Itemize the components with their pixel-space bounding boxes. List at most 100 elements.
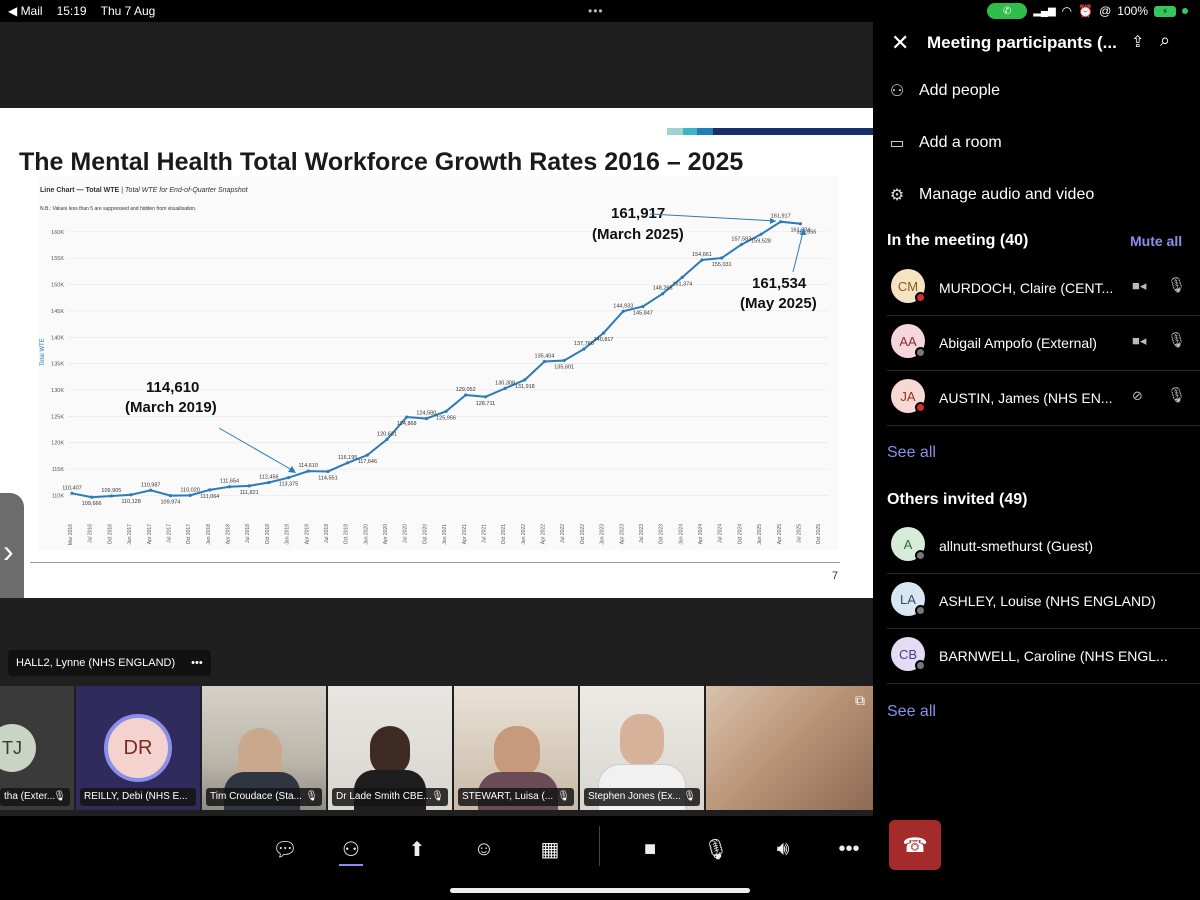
slide-page-number: 7 [832, 570, 839, 582]
apps-icon[interactable]: ▦ [535, 834, 565, 864]
shared-slide: The Mental Health Total Workforce Growth… [0, 108, 873, 618]
share-icon[interactable]: ⇪ [1131, 32, 1144, 52]
x-tick-label: Oct 2022 [580, 524, 586, 545]
hang-up-button[interactable]: ☎ [889, 820, 941, 870]
chat-icon[interactable]: 💬︎ [270, 834, 300, 864]
y-axis-title: Total WTE [40, 338, 46, 366]
y-tick-label: 160K [51, 230, 64, 236]
close-icon[interactable]: ✕ [891, 30, 909, 56]
data-label: 111,654 [220, 479, 239, 485]
data-point [286, 476, 291, 480]
battery-icon: ⚡ [1154, 5, 1176, 17]
invited-row[interactable]: CB BARNWELL, Caroline (NHS ENGL... [887, 629, 1200, 684]
speaker-icon[interactable]: 🔊︎ [768, 834, 798, 864]
data-point [188, 493, 192, 497]
invited-row[interactable]: A allnutt-smethurst (Guest) [887, 519, 1200, 574]
video-camera-icon[interactable]: ■ [635, 834, 665, 864]
data-label: 130,308 [495, 380, 515, 386]
presence-status-icon [915, 660, 926, 671]
participant-video [494, 726, 540, 778]
meeting-toolbar: 💬︎ ⚇ ⬆ ☺ ▦ ■ 🎙 🔊︎ ••• ☎ [0, 816, 1200, 900]
manage-audio-video-button[interactable]: ⚙ Manage audio and video [887, 180, 1187, 210]
invited-row[interactable]: LA ASHLEY, Louise (NHS ENGLAND) [887, 574, 1200, 629]
participant-row[interactable]: CM MURDOCH, Claire (CENT... ■◂ 🎙 [887, 261, 1200, 316]
back-to-mail-link[interactable]: ◀ Mail [8, 4, 43, 18]
data-label: 161,917 [771, 214, 791, 220]
data-point [798, 222, 803, 226]
more-actions-icon[interactable]: ••• [834, 834, 864, 864]
video-camera-icon: ■◂ [1132, 278, 1147, 293]
x-tick-label: Jan 2018 [206, 524, 212, 545]
x-tick-label: Jan 2020 [363, 524, 369, 545]
participants-icon[interactable]: ⚇ [336, 834, 366, 864]
see-all-invited-link[interactable]: See all [887, 703, 936, 721]
presence-status-icon [915, 292, 926, 303]
participant-row[interactable]: JA AUSTIN, James (NHS EN... ⊘ 🎙 [887, 371, 1200, 426]
participant-name: allnutt-smethurst (Guest) [939, 538, 1094, 554]
add-people-button[interactable]: ⚇ Add people [887, 76, 1187, 106]
line-chart: Line Chart — Total WTE | Total WTE for E… [40, 187, 828, 545]
x-tick-label: Oct 2023 [659, 524, 665, 545]
self-view-tile[interactable]: ⧉ [706, 686, 873, 810]
presence-status-icon [915, 550, 926, 561]
data-point [168, 493, 173, 498]
video-tile[interactable]: DR REILLY, Debi (NHS E... [76, 686, 200, 810]
data-point [582, 347, 586, 351]
add-people-icon: ⚇ [889, 83, 905, 100]
participant-name: AUSTIN, James (NHS EN... [939, 390, 1113, 406]
participant-name: Dr Lade Smith CBE... [336, 791, 432, 802]
see-all-in-meeting-link[interactable]: See all [887, 444, 936, 462]
video-tile[interactable]: Dr Lade Smith CBE... 🎙 [328, 686, 452, 810]
participant-row[interactable]: AA Abigail Ampofo (External) ■◂ 🎙 [887, 316, 1200, 371]
camera-switch-icon[interactable]: ⧉ [855, 692, 865, 709]
video-tile[interactable]: Tim Croudace (Sta... 🎙 [202, 686, 326, 810]
share-screen-icon[interactable]: ⬆ [402, 834, 432, 864]
more-options-icon[interactable]: ••• [191, 657, 203, 669]
add-room-button[interactable]: ▭ Add a room [887, 128, 1187, 158]
home-indicator[interactable] [450, 888, 750, 893]
data-label: 114,551 [318, 475, 337, 481]
chart-header: Line Chart — Total WTE | Total WTE for E… [40, 187, 249, 194]
x-tick-label: Oct 2018 [265, 524, 271, 545]
data-label: 154,661 [692, 252, 712, 258]
search-icon[interactable]: ⌕ [1160, 30, 1170, 51]
reactions-icon[interactable]: ☺ [469, 834, 499, 864]
alarm-icon: ⏰ [1078, 4, 1094, 18]
x-tick-label: Apr 2022 [541, 524, 547, 545]
mute-all-button[interactable]: Mute all [1130, 233, 1182, 249]
data-point [385, 437, 389, 442]
x-tick-label: Apr 2018 [226, 524, 232, 545]
mic-in-use-dot [1182, 8, 1188, 14]
data-label: 112,456 [259, 475, 278, 481]
microphone-icon[interactable]: 🎙 [701, 834, 731, 864]
x-tick-label: Apr 2017 [147, 524, 153, 545]
y-tick-label: 145K [51, 309, 64, 315]
x-tick-label: Jul 2022 [560, 524, 566, 543]
microphone-off-icon: 🎙 [1167, 332, 1187, 349]
slide-title: The Mental Health Total Workforce Growth… [19, 148, 744, 176]
data-point [621, 309, 625, 313]
x-tick-label: Apr 2025 [777, 524, 783, 545]
data-label: 135,601 [554, 364, 574, 370]
date: Thu 7 Aug [100, 4, 156, 18]
mic-off-icon: 🎙 [431, 791, 444, 802]
data-point [680, 275, 684, 279]
video-tile[interactable]: Stephen Jones (Ex... 🎙 [580, 686, 704, 810]
participant-name: STEWART, Luisa (... [462, 791, 554, 802]
data-point [129, 493, 133, 497]
data-label: 151,374 [672, 281, 692, 287]
x-tick-label: Mar 2016 [68, 524, 74, 545]
chart-note: N.B.: Values less than 5 are suppressed … [40, 206, 196, 212]
action-label: Add people [919, 82, 1000, 99]
video-tile[interactable]: TJ tha (Exter... 🎙 [0, 686, 74, 810]
callout-date: (May 2025) [740, 295, 817, 312]
presenter-chip[interactable]: HALL2, Lynne (NHS ENGLAND) ••• [8, 650, 211, 676]
x-tick-label: Jan 2024 [678, 524, 684, 545]
x-tick-label: Jul 2025 [796, 524, 802, 543]
active-call-indicator[interactable]: ✆ [987, 3, 1028, 19]
phone-icon: ✆ [1003, 5, 1012, 17]
data-label: 111,821 [240, 490, 259, 496]
multitask-dots-icon[interactable]: ••• [588, 4, 604, 18]
video-camera-off-icon: ⊘ [1132, 388, 1143, 403]
video-tile[interactable]: STEWART, Luisa (... 🎙 [454, 686, 578, 810]
